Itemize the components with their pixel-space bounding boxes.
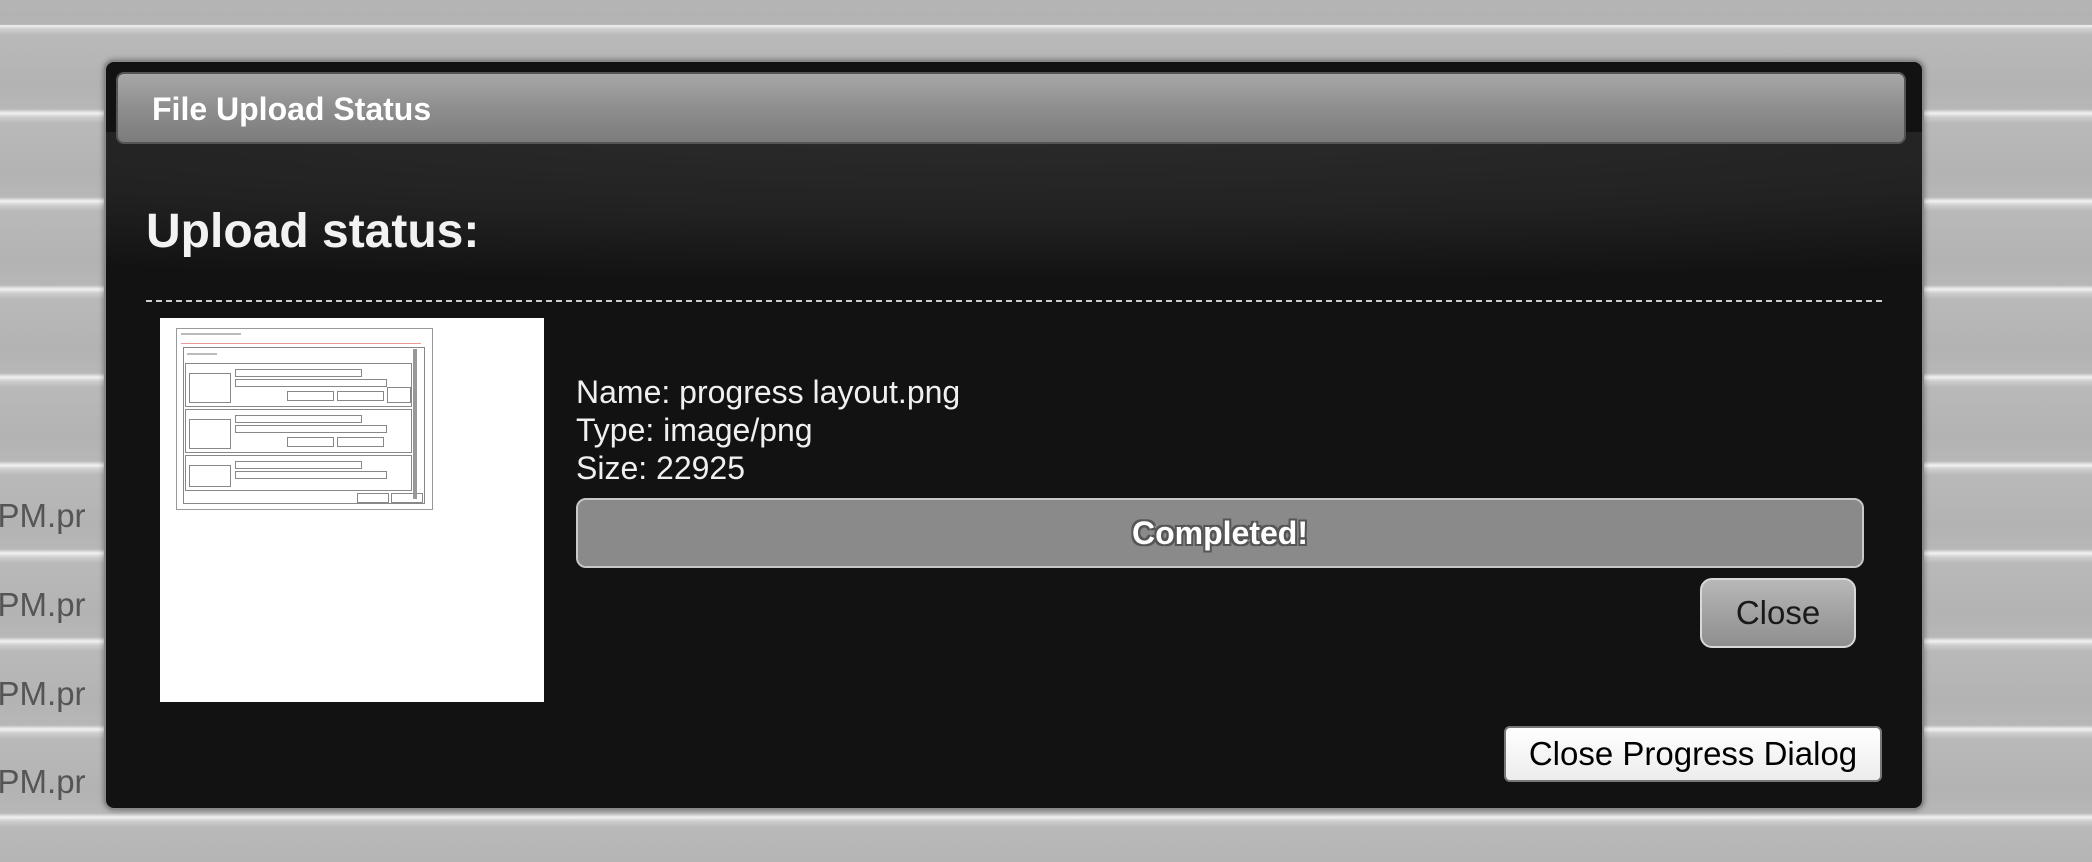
upload-status-heading: Upload status:	[146, 205, 480, 258]
background-file-item[interactable]: 6 PM.pr	[0, 586, 86, 624]
dashed-divider	[146, 300, 1882, 302]
upload-status-dialog: File Upload Status Upload status: Name: …	[104, 60, 1924, 810]
close-button[interactable]: Close	[1700, 578, 1856, 648]
dialog-title: File Upload Status	[152, 91, 432, 127]
dialog-titlebar[interactable]: File Upload Status	[116, 72, 1906, 144]
background-file-item[interactable]: 6 PM.pr	[0, 497, 86, 535]
file-size: Size: 22925	[576, 450, 746, 486]
background-file-item[interactable]: 6 PM.pr	[0, 675, 86, 713]
thumbnail-document-preview	[176, 328, 433, 510]
file-name: Name: progress layout.png	[576, 374, 961, 410]
file-type: Type: image/png	[576, 412, 813, 448]
close-progress-dialog-button[interactable]: Close Progress Dialog	[1504, 726, 1882, 782]
progress-label: Completed!	[1132, 514, 1308, 551]
background-file-item[interactable]: 6 PM.pr	[0, 763, 86, 801]
upload-progress-bar: Completed!	[576, 498, 1864, 568]
file-thumbnail	[160, 318, 544, 702]
